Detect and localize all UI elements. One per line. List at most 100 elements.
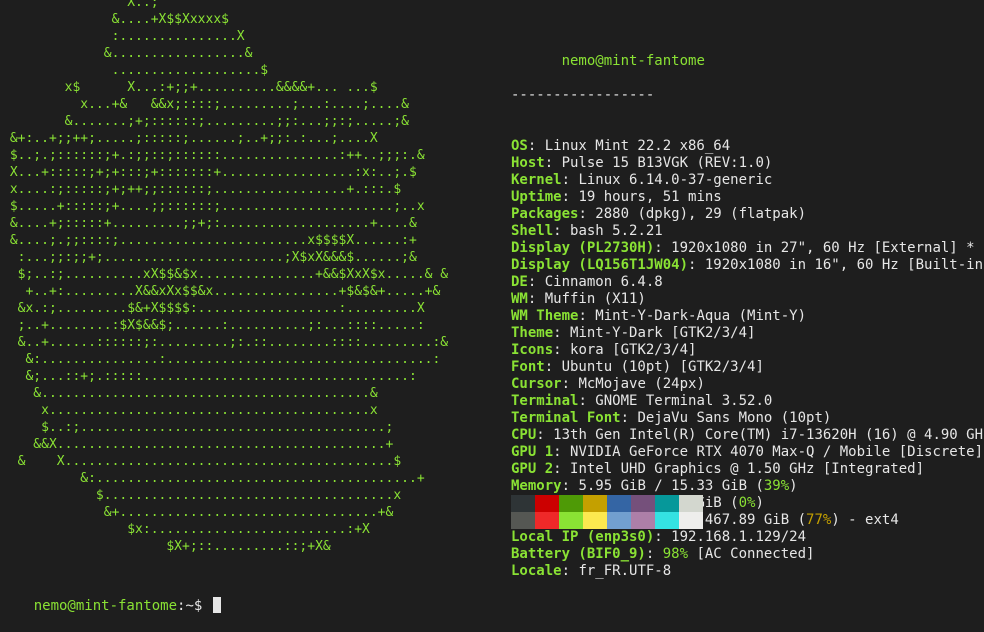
prompt-user-host: nemo@mint-fantome xyxy=(33,598,178,614)
info-value: Linux Mint 22.2 x86_64 xyxy=(544,138,731,154)
info-value: McMojave (24px) xyxy=(578,376,705,392)
info-value: Linux 6.14.0-37-generic xyxy=(578,172,773,188)
info-key: Icons xyxy=(511,342,554,358)
info-row: Font: Ubuntu (10pt) [GTK2/3/4] xyxy=(511,359,984,376)
info-separator: : xyxy=(578,206,596,222)
info-value: Mint-Y-Dark-Aqua (Mint-Y) xyxy=(595,308,807,324)
info-separator: : xyxy=(536,427,554,443)
info-value: 1920x1080 in 27", 60 Hz [External] * xyxy=(671,240,975,256)
info-separator: : xyxy=(578,308,596,324)
info-key: Battery (BIF0_9) xyxy=(511,546,646,562)
info-key: OS xyxy=(511,138,528,154)
info-value: Cinnamon 6.4.8 xyxy=(544,274,663,290)
info-separator: : xyxy=(527,274,545,290)
distro-ascii-logo: X..; &....+X$$Xxxxx$ :...............X &… xyxy=(9,0,449,554)
info-key: Packages xyxy=(511,206,579,222)
info-row: Icons: kora [GTK2/3/4] xyxy=(511,342,984,359)
info-separator: : xyxy=(654,529,672,545)
bright-color-swatch xyxy=(679,512,703,529)
info-separator: : xyxy=(561,376,579,392)
bright-color-swatch xyxy=(583,512,607,529)
prompt-path: :~$ xyxy=(177,598,211,614)
info-suffix: [AC Connected] xyxy=(688,546,815,562)
bright-color-swatch xyxy=(631,512,655,529)
info-key: Font xyxy=(511,359,545,375)
info-row: WM Theme: Mint-Y-Dark-Aqua (Mint-Y) xyxy=(511,308,984,325)
info-key: Kernel xyxy=(511,172,562,188)
normal-color-swatch xyxy=(535,495,559,512)
info-suffix: ) - ext4 xyxy=(831,512,899,528)
info-key: Terminal Font xyxy=(511,410,621,426)
info-separator: : xyxy=(527,138,545,154)
info-row: Host: Pulse 15 B13VGK (REV:1.0) xyxy=(511,155,984,172)
info-key: GPU 1 xyxy=(511,444,554,460)
info-key: Locale xyxy=(511,563,562,579)
info-key: Memory xyxy=(511,478,562,494)
info-separator: : xyxy=(527,291,545,307)
normal-color-swatch xyxy=(559,495,583,512)
info-row: DE: Cinnamon 6.4.8 xyxy=(511,274,984,291)
info-value: 19 hours, 51 mins xyxy=(578,189,722,205)
info-value: 5.95 GiB / 15.33 GiB ( xyxy=(578,478,764,494)
info-key: WM xyxy=(511,291,528,307)
info-separator: : xyxy=(620,410,638,426)
info-row: Display (PL2730H): 1920x1080 in 27", 60 … xyxy=(511,240,984,257)
info-separator: : xyxy=(544,155,562,171)
info-value: Muffin (X11) xyxy=(544,291,646,307)
normal-color-swatch xyxy=(655,495,679,512)
info-separator: : xyxy=(561,563,579,579)
color-palette xyxy=(511,495,703,529)
info-value: Pulse 15 B13VGK (REV:1.0) xyxy=(561,155,773,171)
info-value: 2880 (dpkg), 29 (flatpak) xyxy=(595,206,807,222)
info-separator: : xyxy=(578,393,596,409)
info-suffix: ) xyxy=(789,478,798,494)
info-row: Terminal: GNOME Terminal 3.52.0 xyxy=(511,393,984,410)
bright-color-swatch xyxy=(559,512,583,529)
info-key: Display (LQ156T1JW04) xyxy=(511,257,689,273)
info-separator: : xyxy=(553,444,571,460)
bright-color-swatch xyxy=(655,512,679,529)
info-separator: : xyxy=(544,359,562,375)
user-host-title: nemo@mint-fantome xyxy=(511,36,984,69)
info-value: fr_FR.UTF-8 xyxy=(578,563,672,579)
info-row: Battery (BIF0_9): 98% [AC Connected] xyxy=(511,546,984,563)
info-percentage: 39% xyxy=(763,478,790,494)
text-cursor xyxy=(212,597,221,613)
info-separator: : xyxy=(561,478,579,494)
info-key: WM Theme xyxy=(511,308,579,324)
info-value: 13th Gen Intel(R) Core(TM) i7-13620H (16… xyxy=(553,427,984,443)
info-percentage: 98% xyxy=(662,546,689,562)
info-value: 192.168.1.129/24 xyxy=(671,529,807,545)
normal-color-swatch xyxy=(607,495,631,512)
info-key: Uptime xyxy=(511,189,562,205)
info-value: Intel UHD Graphics @ 1.50 GHz [Integrate… xyxy=(570,461,925,477)
info-row: Memory: 5.95 GiB / 15.33 GiB (39%) xyxy=(511,478,984,495)
info-row: Kernel: Linux 6.14.0-37-generic xyxy=(511,172,984,189)
info-value: kora [GTK2/3/4] xyxy=(570,342,697,358)
user-host-label: nemo@mint-fantome xyxy=(561,53,705,69)
info-value: Mint-Y-Dark [GTK2/3/4] xyxy=(570,325,756,341)
bright-color-swatch xyxy=(607,512,631,529)
info-key: CPU xyxy=(511,427,537,443)
terminal-window[interactable]: X..; &....+X$$Xxxxx$ :...............X &… xyxy=(0,0,984,614)
info-row: Locale: fr_FR.UTF-8 xyxy=(511,563,984,580)
info-value: GNOME Terminal 3.52.0 xyxy=(595,393,773,409)
normal-color-swatch xyxy=(631,495,655,512)
palette-row-bright xyxy=(511,512,703,529)
info-row: CPU: 13th Gen Intel(R) Core(TM) i7-13620… xyxy=(511,427,984,444)
info-value: Ubuntu (10pt) [GTK2/3/4] xyxy=(561,359,764,375)
shell-prompt[interactable]: nemo@mint-fantome:~$ xyxy=(0,580,221,632)
info-separator: : xyxy=(553,461,571,477)
info-key: Host xyxy=(511,155,545,171)
normal-color-swatch xyxy=(679,495,703,512)
info-row: GPU 2: Intel UHD Graphics @ 1.50 GHz [In… xyxy=(511,461,984,478)
info-separator: : xyxy=(553,342,571,358)
info-separator: : xyxy=(553,325,571,341)
info-key: Shell xyxy=(511,223,554,239)
info-row: Theme: Mint-Y-Dark [GTK2/3/4] xyxy=(511,325,984,342)
info-key: DE xyxy=(511,274,528,290)
info-key: Terminal xyxy=(511,393,579,409)
info-percentage: 77% xyxy=(806,512,832,528)
info-value: 1920x1080 in 16", 60 Hz [Built-in] xyxy=(704,257,984,273)
info-key: Cursor xyxy=(511,376,562,392)
